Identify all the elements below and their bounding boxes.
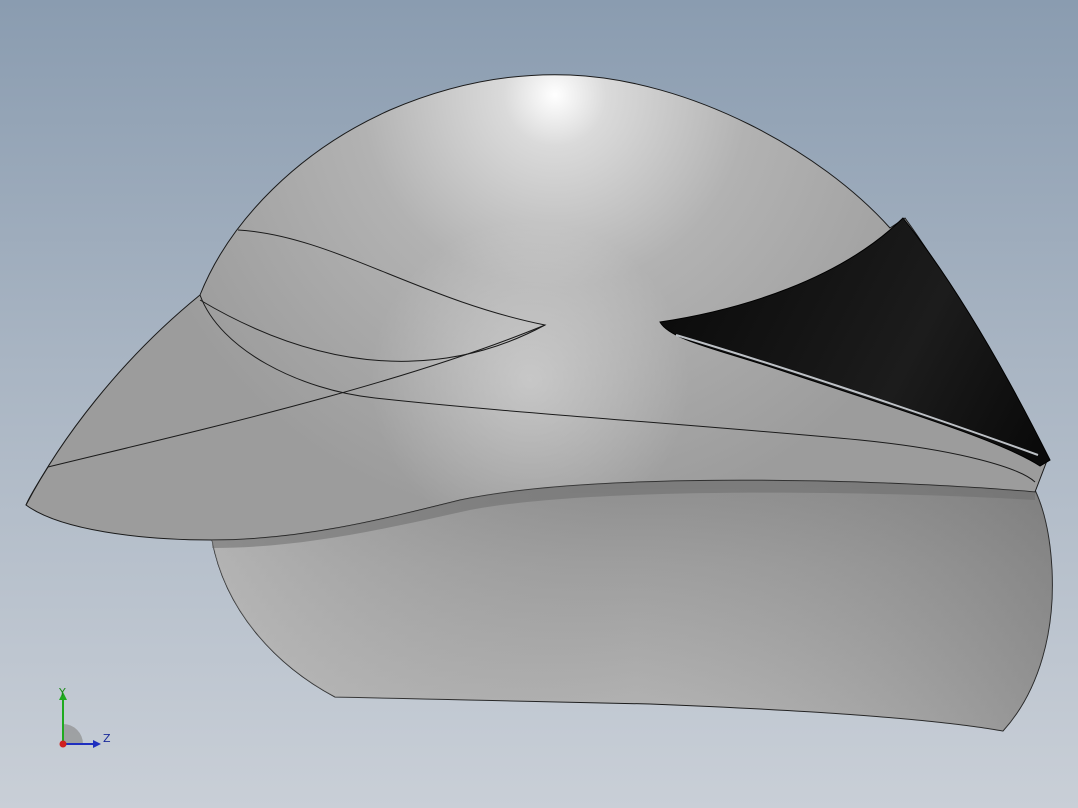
coordinate-triad: Y Z [48,684,118,754]
triad-quadrant-shading [63,724,83,744]
z-axis-arrow [93,740,101,748]
helmet-model[interactable] [0,0,1078,808]
x-axis-point [59,740,67,748]
y-axis-label: Y [59,686,66,699]
z-axis-label: Z [103,732,111,745]
graphics-viewport[interactable]: Y Z [0,0,1078,808]
